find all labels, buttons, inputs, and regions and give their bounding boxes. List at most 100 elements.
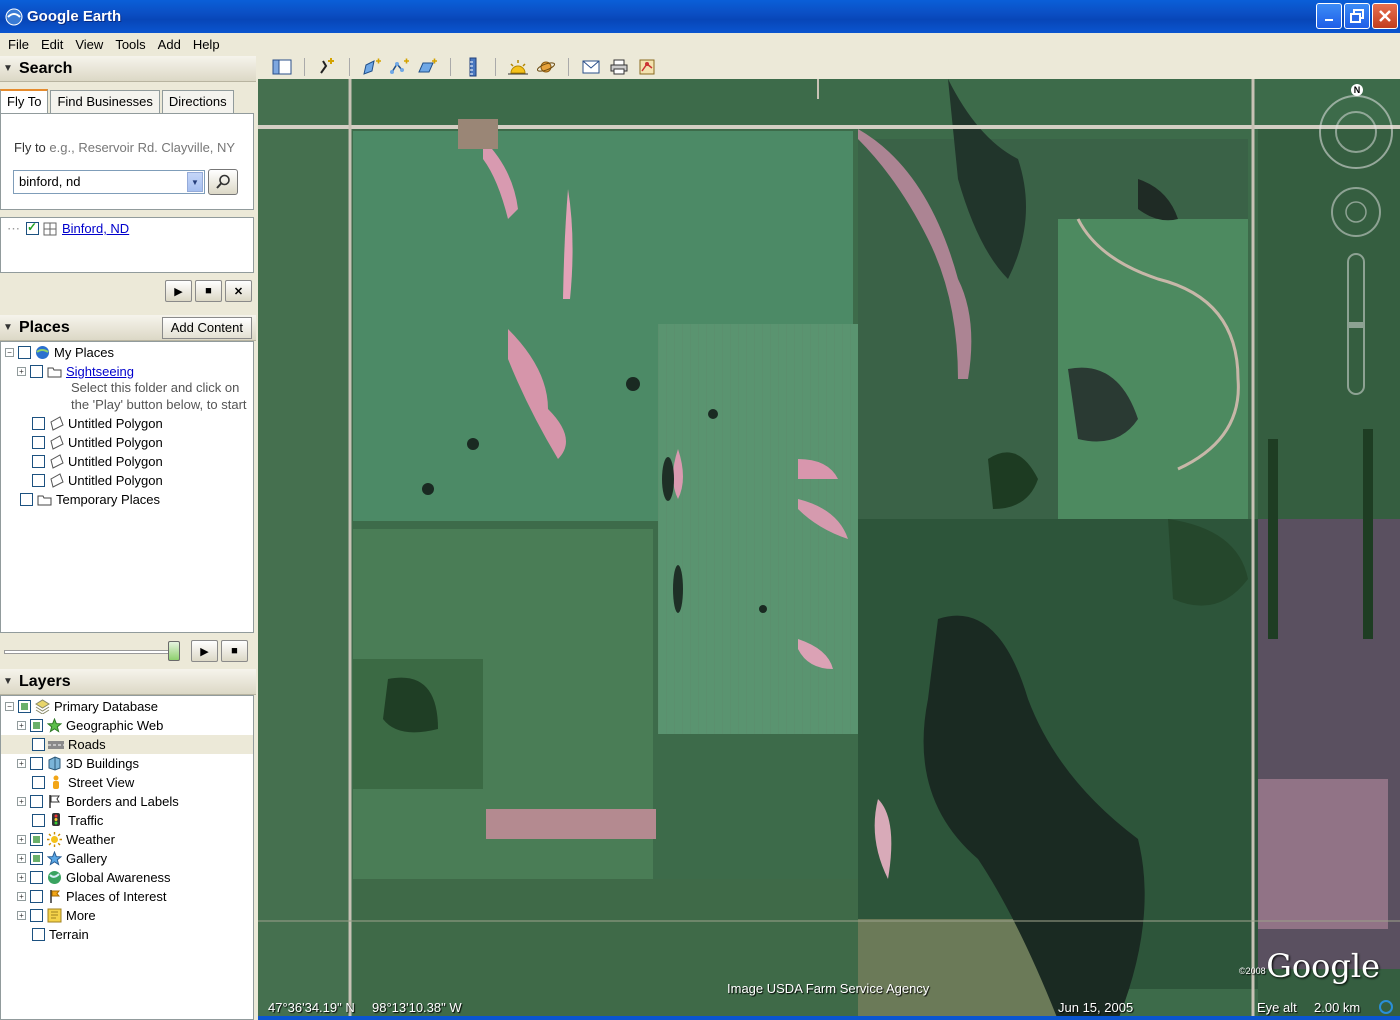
ruler-button[interactable] <box>461 56 485 78</box>
layer-checkbox[interactable] <box>30 852 43 865</box>
tab-find-businesses[interactable]: Find Businesses <box>50 90 160 113</box>
look-joystick[interactable] <box>1335 111 1377 153</box>
tree-checkbox[interactable] <box>32 474 45 487</box>
compass-north[interactable]: N <box>1351 84 1363 96</box>
add-path-button[interactable] <box>388 56 412 78</box>
expand-icon[interactable]: + <box>17 835 26 844</box>
tree-item-polygon[interactable]: Untitled Polygon <box>32 414 163 433</box>
layer-checkbox[interactable] <box>32 814 45 827</box>
expand-icon[interactable]: + <box>17 892 26 901</box>
layer-checkbox[interactable] <box>32 738 45 751</box>
expand-icon[interactable]: + <box>17 721 26 730</box>
close-button[interactable] <box>1372 3 1398 29</box>
minimize-button[interactable] <box>1316 3 1342 29</box>
title-bar: Google Earth <box>0 0 1400 33</box>
layer-checkbox[interactable] <box>32 776 45 789</box>
tree-checkbox[interactable] <box>30 365 43 378</box>
layer-borders-labels[interactable]: + Borders and Labels <box>17 792 179 811</box>
layer-terrain[interactable]: Terrain <box>32 925 89 944</box>
move-joystick[interactable] <box>1331 187 1381 237</box>
add-content-button[interactable]: Add Content <box>161 317 252 339</box>
switch-to-sky-button[interactable] <box>534 56 558 78</box>
layer-checkbox[interactable] <box>30 833 43 846</box>
add-overlay-button[interactable] <box>416 56 440 78</box>
map-view[interactable]: N Image USDA Farm Service Agency ©2008 G… <box>258 79 1400 1020</box>
add-polygon-button[interactable] <box>360 56 384 78</box>
tree-label: Untitled Polygon <box>68 473 163 488</box>
tree-item-temporary-places[interactable]: Temporary Places <box>20 490 160 509</box>
search-button[interactable] <box>208 169 238 195</box>
add-placemark-button[interactable] <box>315 56 339 78</box>
print-button[interactable] <box>607 56 631 78</box>
layer-global-awareness[interactable]: + Global Awareness <box>17 868 171 887</box>
collapse-icon[interactable]: − <box>5 702 14 711</box>
result-item[interactable]: ⋯ Binford, ND <box>7 219 129 238</box>
fly-to-input[interactable]: binford, nd ▼ <box>13 170 205 194</box>
menu-tools[interactable]: Tools <box>109 37 151 52</box>
clear-button[interactable]: ✕ <box>225 280 252 302</box>
play-tour-button[interactable]: ▶ <box>191 640 218 662</box>
layer-3d-buildings[interactable]: + 3D Buildings <box>17 754 139 773</box>
layer-roads[interactable]: Roads <box>1 735 253 754</box>
menu-file[interactable]: File <box>2 37 35 52</box>
tour-slider-track[interactable] <box>4 650 174 654</box>
tour-slider-thumb[interactable] <box>168 641 180 661</box>
tab-directions[interactable]: Directions <box>161 90 234 113</box>
collapse-icon[interactable]: − <box>5 348 14 357</box>
tree-checkbox[interactable] <box>32 436 45 449</box>
tree-checkbox[interactable] <box>32 455 45 468</box>
layer-places-of-interest[interactable]: + Places of Interest <box>17 887 166 906</box>
expand-icon[interactable]: + <box>17 911 26 920</box>
expand-icon[interactable]: + <box>17 797 26 806</box>
layer-weather[interactable]: + Weather <box>17 830 115 849</box>
layer-checkbox[interactable] <box>30 909 43 922</box>
layer-gallery[interactable]: + Gallery <box>17 849 107 868</box>
email-button[interactable] <box>579 56 603 78</box>
play-button[interactable]: ▶ <box>165 280 192 302</box>
sidebar-toggle-button[interactable] <box>270 56 294 78</box>
layer-checkbox[interactable] <box>30 890 43 903</box>
tree-checkbox[interactable] <box>32 417 45 430</box>
layer-checkbox[interactable] <box>30 757 43 770</box>
layer-checkbox[interactable] <box>30 871 43 884</box>
layer-label: More <box>66 908 96 923</box>
search-header[interactable]: ▼ Search <box>0 56 256 82</box>
layer-street-view[interactable]: Street View <box>32 773 134 792</box>
expand-icon[interactable]: + <box>17 367 26 376</box>
menu-edit[interactable]: Edit <box>35 37 69 52</box>
compass-ring[interactable] <box>1319 95 1393 169</box>
view-in-maps-button[interactable] <box>635 56 659 78</box>
tree-item-polygon[interactable]: Untitled Polygon <box>32 452 163 471</box>
tree-item-my-places[interactable]: − My Places <box>5 343 114 362</box>
expand-icon[interactable]: + <box>17 854 26 863</box>
tree-checkbox[interactable] <box>20 493 33 506</box>
result-link[interactable]: Binford, ND <box>62 221 129 236</box>
tree-item-polygon[interactable]: Untitled Polygon <box>32 471 163 490</box>
layer-primary-database[interactable]: − Primary Database <box>5 697 158 716</box>
stop-button[interactable]: ■ <box>195 280 222 302</box>
layer-checkbox[interactable] <box>30 719 43 732</box>
tree-checkbox[interactable] <box>18 346 31 359</box>
tree-item-polygon[interactable]: Untitled Polygon <box>32 433 163 452</box>
layer-checkbox[interactable] <box>30 795 43 808</box>
chevron-down-icon[interactable]: ▼ <box>187 172 203 192</box>
layer-checkbox[interactable] <box>18 700 31 713</box>
places-header[interactable]: ▼ Places Add Content <box>0 315 256 341</box>
layer-checkbox[interactable] <box>32 928 45 941</box>
restore-button[interactable] <box>1344 3 1370 29</box>
menu-add[interactable]: Add <box>152 37 187 52</box>
layers-header[interactable]: ▼ Layers <box>0 669 256 695</box>
expand-icon[interactable]: + <box>17 873 26 882</box>
stop-tour-button[interactable]: ■ <box>221 640 248 662</box>
tab-fly-to[interactable]: Fly To <box>0 89 49 113</box>
expand-icon[interactable]: + <box>17 759 26 768</box>
sunlight-button[interactable] <box>506 56 530 78</box>
tree-label-link[interactable]: Sightseeing <box>66 364 134 379</box>
layer-more[interactable]: + More <box>17 906 96 925</box>
menu-help[interactable]: Help <box>187 37 226 52</box>
layer-traffic[interactable]: Traffic <box>32 811 103 830</box>
layer-geographic-web[interactable]: + Geographic Web <box>17 716 253 735</box>
menu-view[interactable]: View <box>69 37 109 52</box>
result-checkbox[interactable] <box>26 220 39 235</box>
sun-icon <box>508 60 528 75</box>
